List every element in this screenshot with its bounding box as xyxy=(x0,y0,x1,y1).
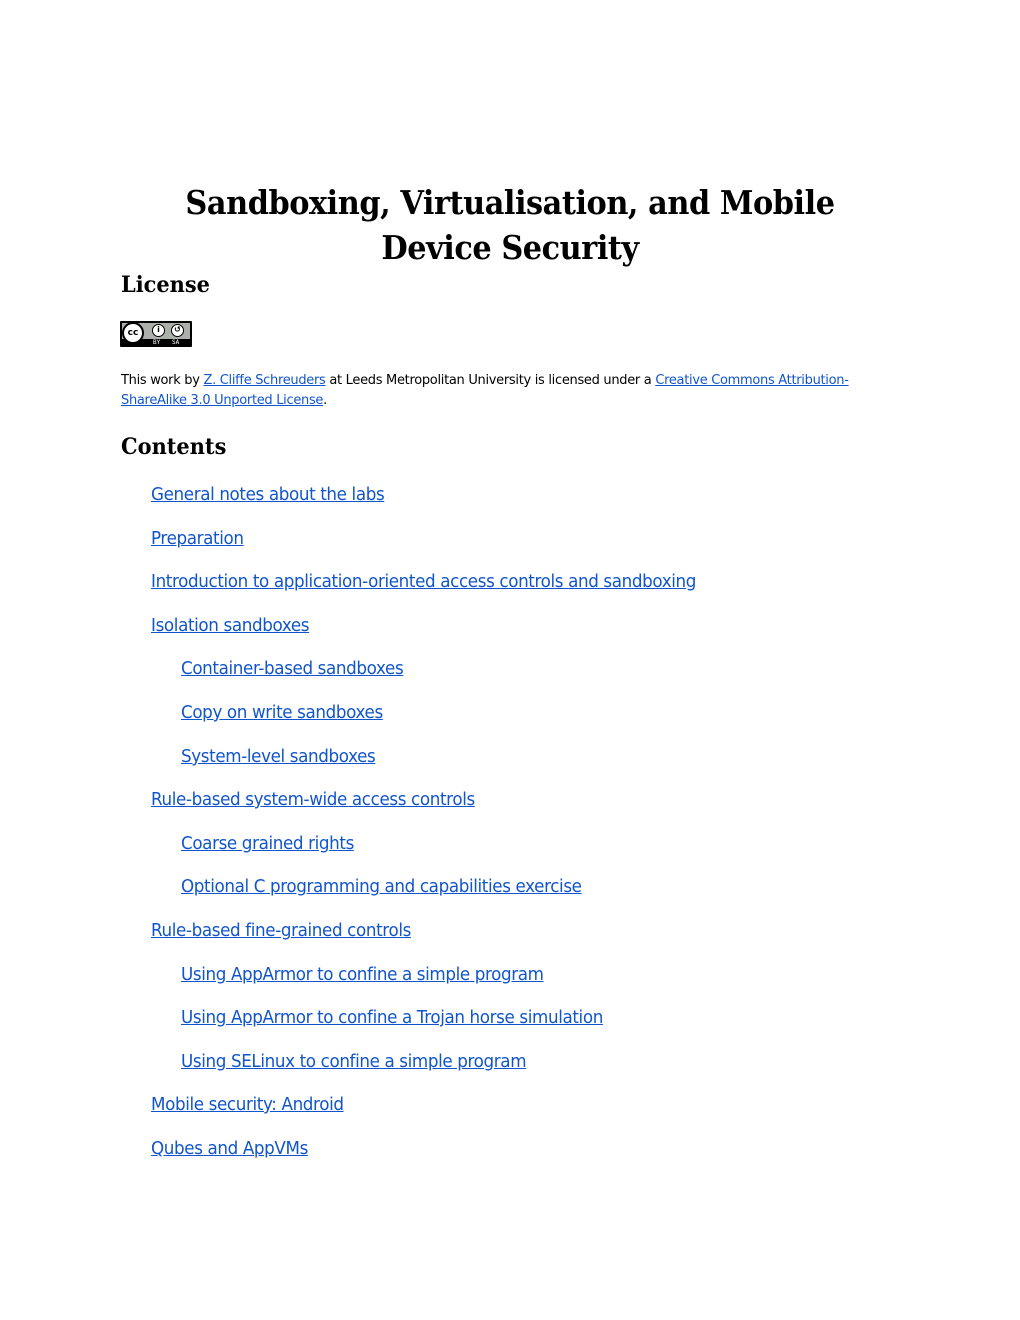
license-text-suffix: . xyxy=(323,393,327,408)
toc-link[interactable]: Introduction to application-oriented acc… xyxy=(151,570,696,594)
toc-link[interactable]: Qubes and AppVMs xyxy=(151,1137,308,1161)
attribution-icon: i xyxy=(152,324,165,337)
license-text-middle: at Leeds Metropolitan University is lice… xyxy=(325,373,656,388)
by-label: BY xyxy=(153,339,161,346)
toc-link[interactable]: Preparation xyxy=(151,527,244,551)
page-title: Sandboxing, Virtualisation, and Mobile D… xyxy=(185,183,835,268)
toc-link[interactable]: Optional C programming and capabilities … xyxy=(181,875,582,899)
contents-heading: Contents xyxy=(121,434,227,460)
author-link[interactable]: Z. Cliffe Schreuders xyxy=(203,373,325,388)
cc-icon: cc xyxy=(122,322,144,344)
sa-label: SA xyxy=(172,339,180,346)
toc-link[interactable]: Rule-based system-wide access controls xyxy=(151,788,475,812)
toc-link[interactable]: Isolation sandboxes xyxy=(151,614,309,638)
toc-link[interactable]: Coarse grained rights xyxy=(181,832,354,856)
document-page: Sandboxing, Virtualisation, and Mobile D… xyxy=(0,0,1020,1320)
toc-link[interactable]: Using AppArmor to confine a simple progr… xyxy=(181,963,544,987)
share-alike-icon: ↺ xyxy=(171,324,184,337)
license-paragraph: This work by Z. Cliffe Schreuders at Lee… xyxy=(121,371,861,411)
license-heading: License xyxy=(121,272,210,298)
cc-by-sa-badge-icon[interactable]: cc i ↺ BY SA xyxy=(120,321,192,347)
toc-link[interactable]: General notes about the labs xyxy=(151,483,385,507)
toc-link[interactable]: Using AppArmor to confine a Trojan horse… xyxy=(181,1006,603,1030)
license-text-prefix: This work by xyxy=(121,373,204,388)
toc-link[interactable]: Using SELinux to confine a simple progra… xyxy=(181,1050,527,1074)
toc-link[interactable]: Container-based sandboxes xyxy=(181,657,404,681)
toc-link[interactable]: Mobile security: Android xyxy=(151,1093,344,1117)
toc-link[interactable]: Rule-based fine-grained controls xyxy=(151,919,411,943)
toc-link[interactable]: System-level sandboxes xyxy=(181,745,376,769)
toc-link[interactable]: Copy on write sandboxes xyxy=(181,701,383,725)
